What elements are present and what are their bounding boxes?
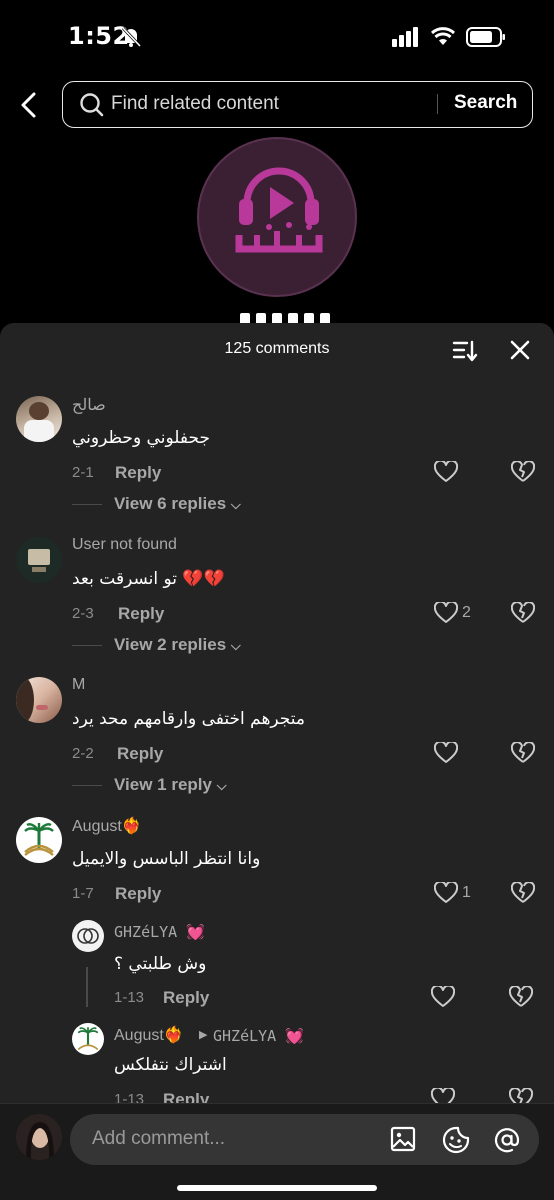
comment-text: تو انسرقت بعد 💔💔 [72,569,225,589]
avatar[interactable] [16,537,62,583]
silent-bell-icon [121,26,142,48]
comment-text: متجرهم اختفى وارقامهم محد يرد [72,709,306,729]
search-input[interactable]: Find related content [111,93,279,115]
mention-icon[interactable] [493,1126,521,1154]
comments-list[interactable]: صالح جحفلوني وحظروني 2-1 Reply View 6 re… [0,373,554,1103]
like-count: 1 [462,884,471,901]
reply-text: وش طلبتي ؟ [114,954,207,974]
view-replies-line [72,645,102,646]
view-replies-line [72,504,102,505]
view-replies-button[interactable]: View 6 replies ⌵ [114,494,241,514]
channel-logo[interactable] [197,137,357,297]
status-bar: 1:52 [0,0,554,76]
add-comment-placeholder: Add comment... [92,1128,226,1149]
palm-swords-emblem-icon [77,1027,99,1051]
palm-swords-emblem-icon [24,823,54,856]
like-heart-icon[interactable] [434,882,458,904]
avatar[interactable] [16,396,62,442]
dislike-broken-heart-icon[interactable] [509,1088,533,1103]
headphones-play-logo-icon [235,167,323,253]
avatar[interactable] [16,817,62,863]
comment-date: 2-1 [72,464,94,481]
dislike-broken-heart-icon[interactable] [511,882,535,904]
search-icon [80,93,104,117]
add-comment-input[interactable]: Add comment... [70,1114,539,1165]
chevron-down-icon: ⌵ [216,778,227,793]
reply-button[interactable]: Reply [115,463,161,483]
comment-author[interactable]: August❤️‍🔥 [72,816,142,836]
avatar-photo [16,1114,62,1160]
dislike-broken-heart-icon[interactable] [511,461,535,483]
comment-date: 1-7 [72,885,94,902]
back-arrow-icon[interactable] [14,88,44,122]
view-replies-button[interactable]: View 1 reply ⌵ [114,775,227,795]
reply-button[interactable]: Reply [163,988,209,1008]
dislike-broken-heart-icon[interactable] [511,742,535,764]
reply-button[interactable]: Reply [117,744,163,764]
search-button[interactable]: Search [454,92,517,114]
reply-button[interactable]: Reply [115,884,161,904]
reply-to-arrow-icon: ▶ [199,1028,208,1041]
avatar[interactable] [72,1023,104,1055]
avatar[interactable] [72,920,104,952]
view-replies-button[interactable]: View 2 replies ⌵ [114,635,241,655]
search-bar[interactable]: Find related content Search [62,81,533,128]
reply-button[interactable]: Reply [118,604,164,624]
dislike-broken-heart-icon[interactable] [509,986,533,1008]
cellular-signal-icon [392,27,418,47]
reply-text: اشتراك نتفلكس [114,1055,227,1075]
close-icon[interactable] [509,339,531,361]
comment-composer-bar: Add comment... [0,1103,554,1200]
comment-author[interactable]: User not found [72,536,177,554]
my-avatar [16,1114,62,1160]
battery-icon [466,27,505,47]
comment-author[interactable]: M [72,676,85,694]
comment-author[interactable]: صالح [72,395,106,415]
dislike-broken-heart-icon[interactable] [511,602,535,624]
chevron-down-icon: ⌵ [230,638,241,653]
like-heart-icon[interactable] [431,986,455,1008]
view-replies-line [72,785,102,786]
like-heart-icon[interactable] [434,742,458,764]
reply-author[interactable]: GHZéLYA 💓 [114,923,205,941]
chevron-down-icon: ⌵ [230,497,241,512]
like-heart-icon[interactable] [434,602,458,624]
image-icon[interactable] [390,1126,416,1152]
sort-icon[interactable] [452,339,478,363]
comment-text: وانا انتظر الباسس والايميل [72,849,261,869]
wifi-icon [430,27,456,45]
reply-author[interactable]: August❤️‍🔥 [114,1025,184,1045]
comment-text: جحفلوني وحظروني [72,428,210,448]
search-divider [437,94,438,114]
comment-date: 2-3 [72,605,94,622]
reply-thread-line [86,967,88,1007]
reply-date: 1-13 [114,1091,145,1103]
home-indicator[interactable] [177,1185,377,1191]
like-heart-icon[interactable] [434,461,458,483]
like-heart-icon[interactable] [431,1088,455,1103]
interlocked-rings-icon [77,928,99,944]
avatar[interactable] [16,677,62,723]
comment-date: 2-2 [72,745,94,762]
reply-button[interactable]: Reply [163,1090,209,1103]
comments-sheet: 125 comments صالح جحفلوني وحظروني 2-1 Re… [0,323,554,1200]
reply-date: 1-13 [114,989,145,1006]
emoji-icon[interactable] [442,1126,470,1154]
like-count: 2 [462,604,471,621]
reply-to-user[interactable]: GHZéLYA 💓 [213,1027,304,1045]
